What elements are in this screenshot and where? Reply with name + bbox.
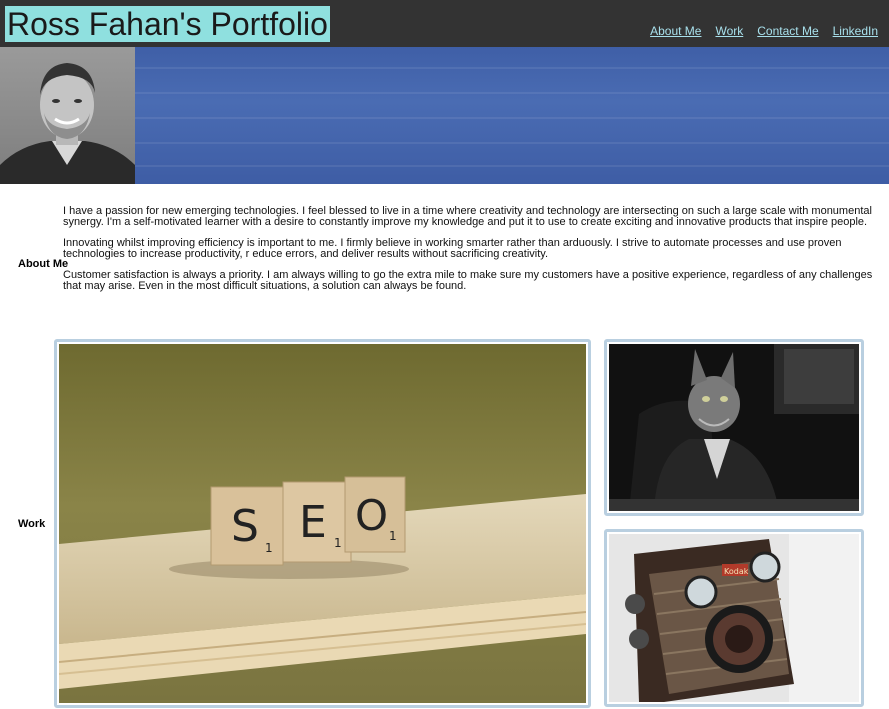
about-paragraph: Customer satisfaction is always a priori… bbox=[63, 269, 873, 292]
tile-subscript: 1 bbox=[389, 529, 397, 543]
about-text: I have a passion for new emerging techno… bbox=[63, 206, 875, 302]
vintage-camera-image: Kodak bbox=[609, 534, 859, 702]
site-header: Ross Fahan's Portfolio About Me Work Con… bbox=[0, 0, 889, 47]
tile-subscript: 1 bbox=[334, 536, 342, 550]
work-tile-camera[interactable]: Kodak bbox=[604, 529, 864, 707]
about-paragraph: Innovating whilst improving efficiency i… bbox=[63, 237, 842, 260]
tile-subscript: 1 bbox=[265, 541, 273, 555]
profile-photo bbox=[0, 47, 135, 184]
nav-about-me[interactable]: About Me bbox=[650, 24, 701, 38]
nav-work[interactable]: Work bbox=[715, 24, 743, 38]
cat-in-suit-image bbox=[609, 344, 859, 511]
work-tile-seo[interactable]: S 1 E 1 O 1 bbox=[54, 339, 591, 708]
nav-contact-me[interactable]: Contact Me bbox=[757, 24, 818, 38]
about-section-label: About Me bbox=[18, 258, 69, 270]
main-nav: About Me Work Contact Me LinkedIn bbox=[650, 24, 878, 38]
seo-scrabble-image: S 1 E 1 O 1 bbox=[59, 344, 586, 703]
work-tile-cat[interactable] bbox=[604, 339, 864, 516]
tile-letter: S bbox=[231, 501, 259, 552]
work-section-label: Work bbox=[18, 518, 46, 530]
camera-badge: Kodak bbox=[724, 567, 749, 576]
nav-linkedin[interactable]: LinkedIn bbox=[833, 24, 878, 38]
tile-letter: E bbox=[299, 497, 327, 548]
about-paragraph: I have a passion for new emerging techno… bbox=[63, 205, 872, 228]
site-title: Ross Fahan's Portfolio bbox=[5, 6, 330, 42]
tile-letter: O bbox=[355, 491, 388, 540]
